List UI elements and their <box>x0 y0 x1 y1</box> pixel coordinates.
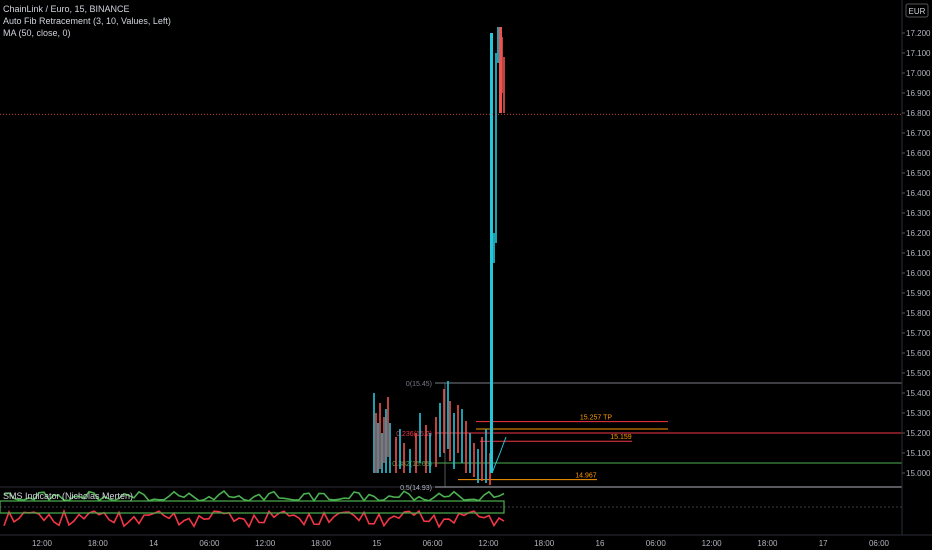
price-axis[interactable]: EUR 17.200 17.100 17.000 16.900 16.800 16.700 1… <box>901 0 932 550</box>
fib-level-label: 0(15.45) <box>406 381 432 388</box>
tp-label: 15.159 <box>610 434 632 441</box>
price-tick-label: 16.200 <box>906 229 931 238</box>
price-tick-label: 15.400 <box>906 389 931 398</box>
time-tick-label: 12:00 <box>255 539 276 548</box>
time-tick-label: 18:00 <box>311 539 332 548</box>
price-tick-label: 15.000 <box>906 469 931 478</box>
price-tick-label: 17.000 <box>906 69 931 78</box>
impulse-candle <box>490 33 493 473</box>
price-tick-label: 15.900 <box>906 289 931 298</box>
price-tick-label: 15.800 <box>906 309 931 318</box>
time-tick-label: 17 <box>819 539 828 548</box>
legend-ma[interactable]: MA (50, close, 0) <box>3 27 171 39</box>
tp-label: 15.257 TP <box>580 415 613 422</box>
price-tick-label: 16.300 <box>906 209 931 218</box>
candle-body <box>499 27 502 113</box>
price-tick-label: 17.200 <box>906 29 931 38</box>
time-tick-label: 18:00 <box>757 539 778 548</box>
time-tick-label: 18:00 <box>534 539 555 548</box>
time-tick-label: 06:00 <box>199 539 220 548</box>
legend-symbol[interactable]: ChainLink / Euro, 15, BINANCE <box>3 3 171 15</box>
price-tick-label: 16.900 <box>906 89 931 98</box>
time-tick-label: 06:00 <box>423 539 444 548</box>
price-tick-label: 16.600 <box>906 149 931 158</box>
price-tick-label: 15.200 <box>906 429 931 438</box>
time-tick-label: 16 <box>596 539 605 548</box>
chart-legend: ChainLink / Euro, 15, BINANCE Auto Fib R… <box>3 3 171 39</box>
time-tick-label: 06:00 <box>869 539 890 548</box>
sms-indicator-label[interactable]: SMS Indicator (Nicholas Merten) <box>3 491 133 501</box>
legend-fib[interactable]: Auto Fib Retracement (3, 10, Values, Lef… <box>3 15 171 27</box>
price-tick-label: 16.500 <box>906 169 931 178</box>
tp-label: 14.967 <box>575 473 597 480</box>
price-tick-label: 16.100 <box>906 249 931 258</box>
price-tick-label: 16.800 <box>906 109 931 118</box>
price-tick-label: 15.300 <box>906 409 931 418</box>
time-tick-label: 12:00 <box>702 539 723 548</box>
price-tick-label: 16.400 <box>906 189 931 198</box>
time-tick-label: 12:00 <box>478 539 499 548</box>
price-tick-label: 17.100 <box>906 49 931 58</box>
price-tick-label: 15.100 <box>906 449 931 458</box>
time-tick-label: 14 <box>149 539 158 548</box>
price-tick-label: 15.500 <box>906 369 931 378</box>
currency-badge-text: EUR <box>909 7 926 16</box>
time-tick-label: 06:00 <box>646 539 667 548</box>
price-tick-label: 15.700 <box>906 329 931 338</box>
time-tick-label: 18:00 <box>88 539 109 548</box>
time-tick-label: 15 <box>372 539 381 548</box>
price-tick-label: 16.000 <box>906 269 931 278</box>
time-tick-label: 12:00 <box>32 539 53 548</box>
price-chart[interactable]: 0(15.45)0.236(15.2)0.382(15.05)0.5(14.93… <box>0 0 932 550</box>
price-tick-label: 15.600 <box>906 349 931 358</box>
price-tick-label: 16.700 <box>906 129 931 138</box>
